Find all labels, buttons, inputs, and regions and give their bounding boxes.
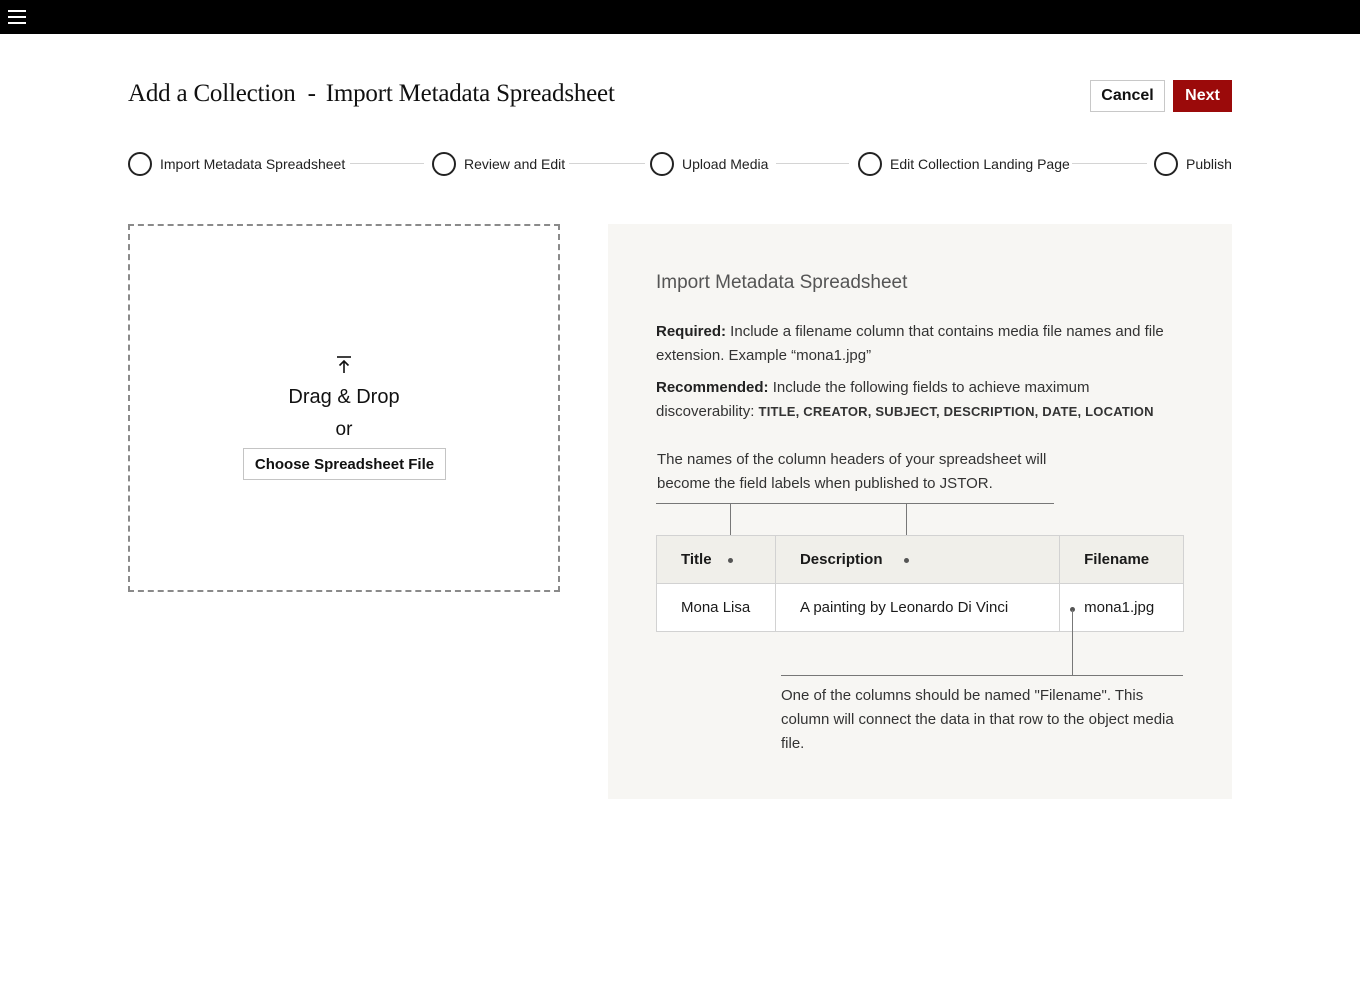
step-circle-icon xyxy=(858,152,882,176)
table-header-cell: Title xyxy=(656,535,776,584)
callout-dot xyxy=(728,558,733,563)
step-circle-icon xyxy=(432,152,456,176)
column-headers-note: The names of the column headers of your … xyxy=(657,451,1047,492)
file-drop-zone[interactable]: Drag & Drop or Choose Spreadsheet File xyxy=(128,224,560,592)
step-connector xyxy=(776,163,849,164)
table-header-cell: Filename xyxy=(1059,535,1184,584)
step-import-metadata[interactable]: Import Metadata Spreadsheet xyxy=(128,152,345,176)
step-upload-media[interactable]: Upload Media xyxy=(650,152,768,176)
step-circle-icon xyxy=(650,152,674,176)
instructions-title: Import Metadata Spreadsheet xyxy=(656,272,908,293)
required-paragraph: Required: Include a filename column that… xyxy=(656,320,1186,368)
step-connector xyxy=(1072,163,1147,164)
callout-line xyxy=(1072,610,1073,675)
recommended-label: Recommended: xyxy=(656,379,769,396)
step-label: Publish xyxy=(1186,156,1232,172)
step-edit-landing-page[interactable]: Edit Collection Landing Page xyxy=(858,152,1070,176)
step-publish[interactable]: Publish xyxy=(1154,152,1232,176)
step-label: Review and Edit xyxy=(464,156,566,172)
hamburger-menu-icon[interactable] xyxy=(8,8,26,26)
table-row: Mona Lisa A painting by Leonardo Di Vinc… xyxy=(656,583,1184,632)
callout-line xyxy=(781,675,1183,676)
step-label: Upload Media xyxy=(682,156,769,172)
step-connector xyxy=(350,163,424,164)
or-label: or xyxy=(335,419,353,440)
step-label: Import Metadata Spreadsheet xyxy=(160,156,346,172)
step-review-and-edit[interactable]: Review and Edit xyxy=(432,152,565,176)
required-label: Required: xyxy=(656,323,727,340)
title-separator: - xyxy=(307,80,316,107)
example-table: Title Description Filename Mona Lisa A p… xyxy=(656,535,1184,632)
filename-column-note: One of the columns should be named "File… xyxy=(781,687,1174,752)
step-connector xyxy=(569,163,645,164)
step-circle-icon xyxy=(128,152,152,176)
upload-icon xyxy=(337,356,351,373)
page-title-step: Import Metadata Spreadsheet xyxy=(325,80,615,107)
step-label: Edit Collection Landing Page xyxy=(890,156,1070,172)
callout-dot xyxy=(904,558,909,563)
table-header-row: Title Description Filename xyxy=(656,535,1184,584)
callout-line xyxy=(656,503,1054,504)
table-cell: mona1.jpg xyxy=(1059,583,1184,632)
choose-spreadsheet-file-button[interactable]: Choose Spreadsheet File xyxy=(243,448,446,480)
top-bar xyxy=(0,0,1360,34)
next-button[interactable]: Next xyxy=(1173,80,1232,112)
page-title: Add a Collection - Import Metadata Spreads… xyxy=(128,80,615,112)
page-title-main: Add a Collection xyxy=(128,80,296,107)
cancel-button[interactable]: Cancel xyxy=(1090,80,1165,112)
recommended-fields: TITLE, CREATOR, SUBJECT, DESCRIPTION, DA… xyxy=(758,404,1154,419)
drag-drop-label: Drag & Drop xyxy=(288,386,400,408)
table-header-cell: Description xyxy=(774,535,1061,584)
instructions-panel: Import Metadata Spreadsheet Required: In… xyxy=(608,224,1232,799)
table-cell: A painting by Leonardo Di Vinci xyxy=(774,583,1061,632)
recommended-paragraph: Recommended: Include the following field… xyxy=(656,376,1186,424)
required-text: Include a filename column that contains … xyxy=(656,323,1164,364)
table-cell: Mona Lisa xyxy=(656,583,776,632)
step-circle-icon xyxy=(1154,152,1178,176)
progress-stepper: Import Metadata Spreadsheet Review and E… xyxy=(128,152,1232,176)
